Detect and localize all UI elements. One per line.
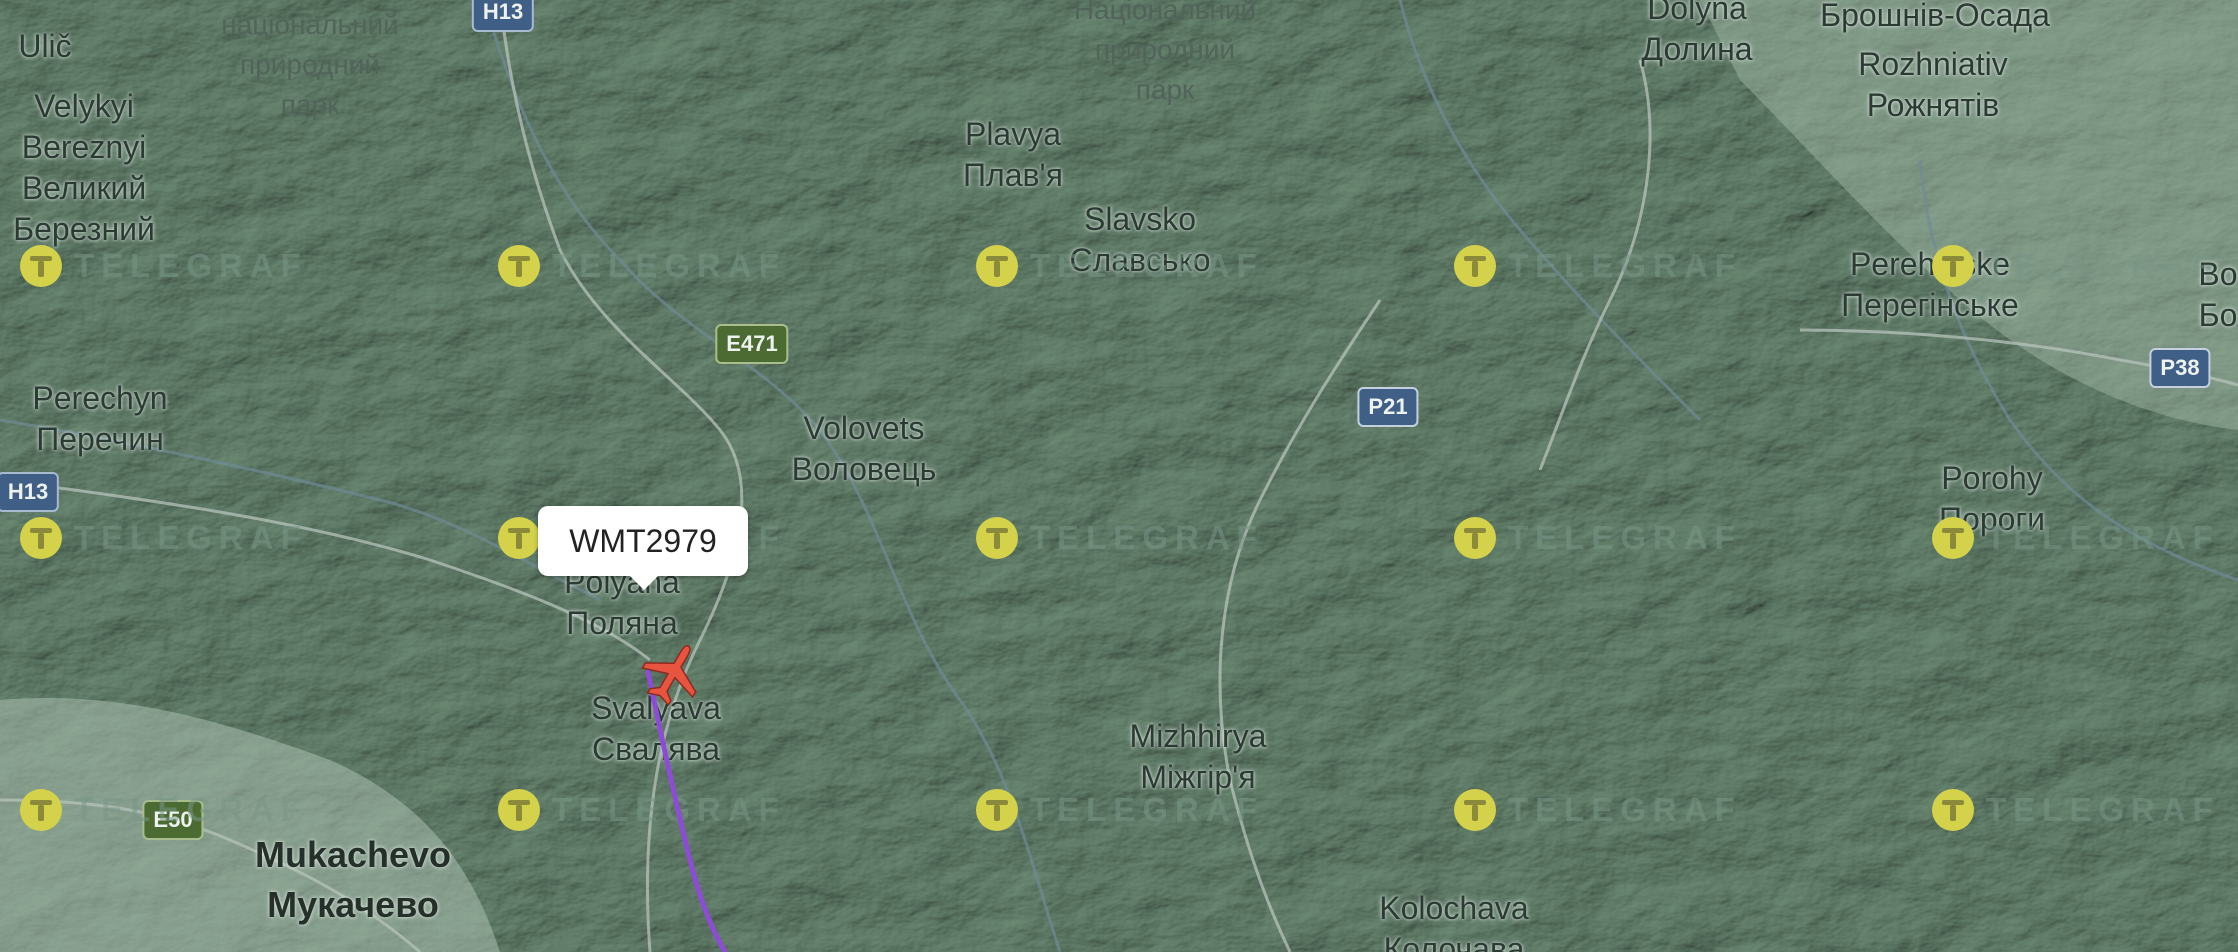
aircraft-icon[interactable] [640,640,706,706]
flight-track [645,669,728,952]
flight-callsign-label[interactable]: WMT2979 [538,506,748,590]
flight-callsign-text: WMT2979 [569,522,717,559]
map-view[interactable]: національний природний парк Національний… [0,0,2238,952]
